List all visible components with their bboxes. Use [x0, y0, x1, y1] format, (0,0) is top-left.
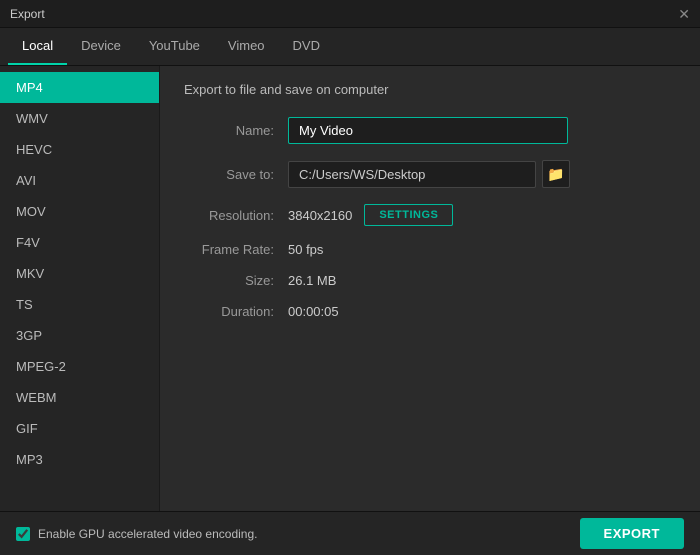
frame-rate-label: Frame Rate: [184, 242, 274, 257]
name-label: Name: [184, 123, 274, 138]
duration-value: 00:00:05 [288, 304, 339, 319]
tab-dvd[interactable]: DVD [279, 28, 334, 65]
sidebar-item-mp3[interactable]: MP3 [0, 444, 159, 475]
resolution-label: Resolution: [184, 208, 274, 223]
sidebar-item-ts[interactable]: TS [0, 289, 159, 320]
gpu-label[interactable]: Enable GPU accelerated video encoding. [16, 527, 257, 541]
folder-button[interactable]: 📁 [542, 160, 570, 188]
frame-rate-value: 50 fps [288, 242, 323, 257]
resolution-value: 3840x2160 [288, 208, 352, 223]
path-input[interactable] [288, 161, 536, 188]
sidebar-item-gif[interactable]: GIF [0, 413, 159, 444]
sidebar-item-webm[interactable]: WEBM [0, 382, 159, 413]
close-button[interactable]: ✕ [678, 7, 690, 21]
title-bar-title: Export [10, 7, 45, 21]
tab-vimeo[interactable]: Vimeo [214, 28, 279, 65]
sidebar-item-mpeg2[interactable]: MPEG-2 [0, 351, 159, 382]
export-button[interactable]: EXPORT [580, 518, 684, 549]
sidebar: MP4WMVHEVCAVIMOVF4VMKVTS3GPMPEG-2WEBMGIF… [0, 66, 160, 511]
section-title: Export to file and save on computer [184, 82, 676, 97]
folder-icon: 📁 [547, 166, 564, 183]
content-area: Export to file and save on computer Name… [160, 66, 700, 511]
sidebar-item-3gp[interactable]: 3GP [0, 320, 159, 351]
tab-youtube[interactable]: YouTube [135, 28, 214, 65]
duration-label: Duration: [184, 304, 274, 319]
size-label: Size: [184, 273, 274, 288]
name-input[interactable] [288, 117, 568, 144]
tab-bar: LocalDeviceYouTubeVimeoDVD [0, 28, 700, 66]
tab-local[interactable]: Local [8, 28, 67, 65]
settings-button[interactable]: SETTINGS [364, 204, 453, 226]
tab-device[interactable]: Device [67, 28, 135, 65]
footer-bar: Enable GPU accelerated video encoding. E… [0, 511, 700, 555]
gpu-checkbox[interactable] [16, 527, 30, 541]
title-bar: Export ✕ [0, 0, 700, 28]
gpu-label-text: Enable GPU accelerated video encoding. [38, 527, 257, 541]
sidebar-item-mkv[interactable]: MKV [0, 258, 159, 289]
size-value: 26.1 MB [288, 273, 336, 288]
sidebar-item-avi[interactable]: AVI [0, 165, 159, 196]
sidebar-item-mp4[interactable]: MP4 [0, 72, 159, 103]
save-to-label: Save to: [184, 167, 274, 182]
sidebar-item-wmv[interactable]: WMV [0, 103, 159, 134]
sidebar-item-mov[interactable]: MOV [0, 196, 159, 227]
sidebar-item-hevc[interactable]: HEVC [0, 134, 159, 165]
sidebar-item-f4v[interactable]: F4V [0, 227, 159, 258]
